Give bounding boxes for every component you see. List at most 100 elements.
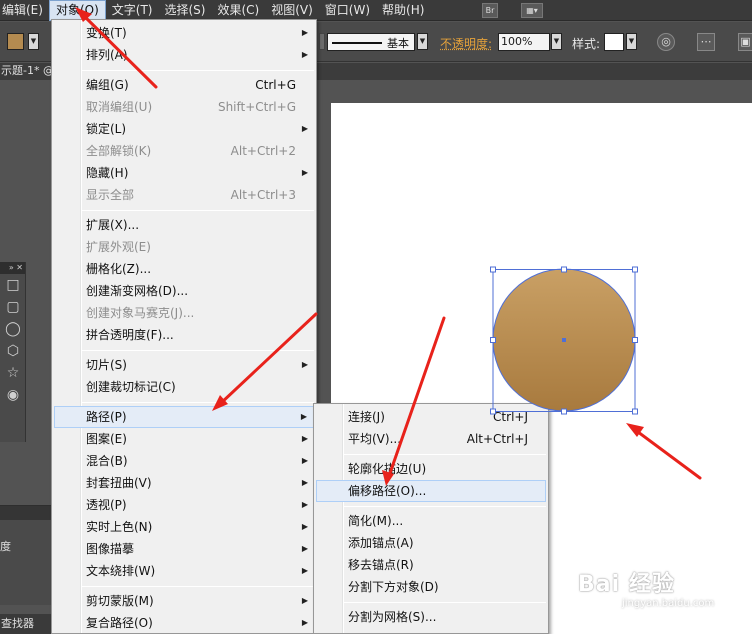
opacity-dropdown-icon[interactable]: ▼ — [551, 33, 562, 50]
menu-item-create-gradient-mesh[interactable]: 创建渐变网格(D)... — [54, 280, 314, 302]
style-dropdown-icon[interactable]: ▼ — [626, 33, 637, 50]
menu-item-label: 锁定(L) — [86, 122, 127, 136]
submenu-arrow-icon: ▶ — [301, 566, 308, 575]
menu-separator — [344, 454, 546, 455]
menu-type[interactable]: 文字(T) — [106, 0, 159, 21]
menu-item-expand-appearance[interactable]: 扩展外观(E) — [54, 236, 314, 258]
submenu-arrow-icon: ▶ — [301, 596, 308, 605]
menu-item-rasterize[interactable]: 栅格化(Z)... — [54, 258, 314, 280]
menu-item-label: 扩展外观(E) — [86, 240, 151, 254]
style-swatch[interactable] — [604, 33, 624, 51]
menu-item-text-wrap[interactable]: 文本绕排(W) ▶ — [54, 560, 314, 582]
menu-item-divide-objects-below[interactable]: 分割下方对象(D) — [316, 576, 546, 598]
menu-item-label: 变换(T) — [86, 26, 127, 40]
menu-item-image-trace[interactable]: 图像描摹 ▶ — [54, 538, 314, 560]
menu-item-label: 轮廓化描边(U) — [348, 462, 427, 476]
submenu-arrow-icon: ▶ — [301, 456, 308, 465]
menu-item-simplify[interactable]: 简化(M)... — [316, 510, 546, 532]
align-icon[interactable]: ⋯ — [697, 33, 715, 51]
polygon-tool-icon[interactable]: ⬡ — [2, 340, 24, 362]
menu-item-join[interactable]: 连接(J) Ctrl+J — [316, 406, 546, 428]
menu-item-arrange[interactable]: 排列(A) ▶ — [54, 44, 314, 66]
recolor-artwork-icon[interactable]: ◎ — [657, 33, 675, 51]
menu-item-label: 图案(E) — [86, 432, 127, 446]
menu-item-lock[interactable]: 锁定(L) ▶ — [54, 118, 314, 140]
baidu-watermark-url: jingyan.baidu.com — [622, 598, 715, 609]
fill-swatch[interactable] — [7, 33, 24, 50]
menu-effect[interactable]: 效果(C) — [211, 0, 265, 21]
tools-panel-header[interactable]: » ✕ — [0, 262, 25, 274]
menu-item-pattern[interactable]: 图案(E) ▶ — [54, 428, 314, 450]
menu-item-shortcut: Ctrl+G — [255, 78, 296, 92]
menu-item-transform[interactable]: 变换(T) ▶ — [54, 22, 314, 44]
menu-item-outline-stroke[interactable]: 轮廓化描边(U) — [316, 458, 546, 480]
menu-view[interactable]: 视图(V) — [265, 0, 319, 21]
menu-item-show-all[interactable]: 显示全部 Alt+Ctrl+3 — [54, 184, 314, 206]
submenu-arrow-icon: ▶ — [301, 500, 308, 509]
menu-item-label: 封套扭曲(V) — [86, 476, 152, 490]
menu-help[interactable]: 帮助(H) — [376, 0, 430, 21]
menu-item-label: 分割为网格(S)... — [348, 610, 437, 624]
submenu-arrow-icon: ▶ — [301, 28, 308, 37]
fill-dropdown-icon[interactable]: ▼ — [28, 33, 39, 50]
stroke-profile-dropdown-icon[interactable]: ▼ — [417, 33, 428, 50]
menu-item-add-anchor-points[interactable]: 添加锚点(A) — [316, 532, 546, 554]
menu-item-label: 扩展(X)... — [86, 218, 140, 232]
stroke-line-icon — [332, 42, 382, 44]
menu-item-label: 取消编组(U) — [86, 100, 153, 114]
stroke-weight-dropdown-icon[interactable] — [319, 33, 325, 50]
menu-item-unlock-all[interactable]: 全部解锁(K) Alt+Ctrl+2 — [54, 140, 314, 162]
menu-item-hide[interactable]: 隐藏(H) ▶ — [54, 162, 314, 184]
menu-item-blend[interactable]: 混合(B) ▶ — [54, 450, 314, 472]
stroke-profile-label: 基本 — [387, 37, 409, 50]
menu-item-label: 编组(G) — [86, 78, 129, 92]
menu-item-average[interactable]: 平均(V)... Alt+Ctrl+J — [316, 428, 546, 450]
opacity-input[interactable]: 100% — [498, 33, 550, 51]
menu-item-slice[interactable]: 切片(S) ▶ — [54, 354, 314, 376]
stroke-profile-select[interactable]: 基本 — [327, 33, 415, 51]
menu-select[interactable]: 选择(S) — [158, 0, 211, 21]
menu-item-clipping-mask[interactable]: 剪切蒙版(M) ▶ — [54, 590, 314, 612]
menu-item-group[interactable]: 编组(G) Ctrl+G — [54, 74, 314, 96]
menu-item-compound-path[interactable]: 复合路径(O) ▶ — [54, 612, 314, 634]
menu-item-label: 连接(J) — [348, 410, 385, 424]
transform-icon[interactable]: ▣ — [738, 33, 752, 51]
submenu-arrow-icon: ▶ — [301, 50, 308, 59]
opacity-label[interactable]: 不透明度: — [440, 35, 492, 52]
bridge-icon[interactable]: Br — [482, 3, 498, 18]
menu-item-create-trim-marks[interactable]: 创建裁切标记(C) — [54, 376, 314, 398]
menu-item-ungroup[interactable]: 取消编组(U) Shift+Ctrl+G — [54, 96, 314, 118]
menu-item-offset-path[interactable]: 偏移路径(O)... — [316, 480, 546, 502]
menu-item-path[interactable]: 路径(P) ▶ — [54, 406, 314, 428]
menu-item-perspective[interactable]: 透视(P) ▶ — [54, 494, 314, 516]
menu-item-label: 添加锚点(A) — [348, 536, 414, 550]
menu-item-shortcut: Alt+Ctrl+2 — [230, 144, 296, 158]
submenu-arrow-icon: ▶ — [300, 412, 307, 421]
menu-item-label: 混合(B) — [86, 454, 128, 468]
menu-item-live-paint[interactable]: 实时上色(N) ▶ — [54, 516, 314, 538]
menu-item-flatten-transparency[interactable]: 拼合透明度(F)... — [54, 324, 314, 346]
flare-tool-icon[interactable]: ◉ — [2, 384, 24, 406]
menu-window[interactable]: 窗口(W) — [319, 0, 376, 21]
menu-item-label: 复合路径(O) — [86, 616, 153, 630]
arrange-documents-icon[interactable]: ▦▾ — [521, 3, 543, 18]
pathfinder-tab[interactable]: 查找器 — [0, 614, 52, 634]
star-tool-icon[interactable]: ☆ — [2, 362, 24, 384]
menu-item-create-object-mosaic[interactable]: 创建对象马赛克(J)... — [54, 302, 314, 324]
document-tab[interactable]: 示题-1* @ — [0, 63, 54, 80]
submenu-arrow-icon: ▶ — [301, 544, 308, 553]
menu-item-remove-anchor-points[interactable]: 移去锚点(R) — [316, 554, 546, 576]
menu-item-label: 显示全部 — [86, 188, 135, 202]
menu-separator — [344, 602, 546, 603]
menu-edit[interactable]: 编辑(E) — [0, 0, 49, 21]
menu-separator — [82, 210, 314, 211]
menu-object[interactable]: 对象(O) — [48, 0, 106, 21]
menu-item-label: 图像描摹 — [86, 542, 135, 556]
ellipse-tool-icon[interactable]: ◯ — [2, 318, 24, 340]
menu-item-expand[interactable]: 扩展(X)... — [54, 214, 314, 236]
rectangle-tool-icon[interactable]: □ — [2, 274, 24, 296]
menu-item-shortcut: Alt+Ctrl+J — [466, 432, 528, 446]
rounded-rectangle-tool-icon[interactable]: ▢ — [2, 296, 24, 318]
menu-item-split-into-grid[interactable]: 分割为网格(S)... — [316, 606, 546, 628]
menu-item-envelope-distort[interactable]: 封套扭曲(V) ▶ — [54, 472, 314, 494]
